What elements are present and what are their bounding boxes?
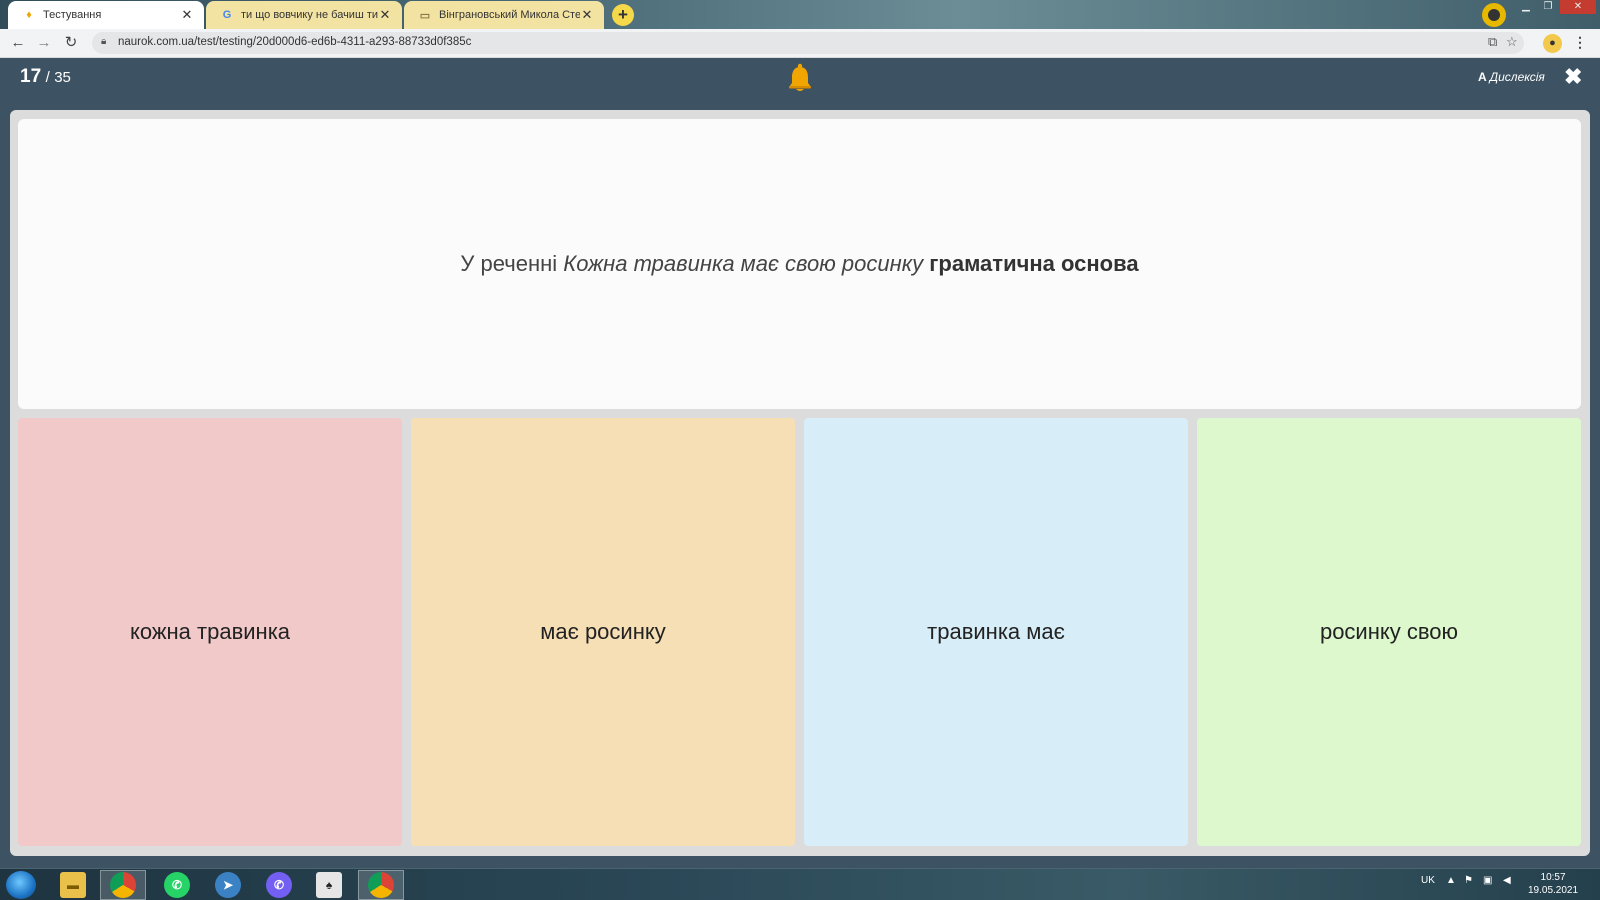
answer-option-3[interactable]: травинка має [804,418,1188,846]
counter-separator: / [45,69,50,86]
paper-plane-icon: ➤ [215,872,241,898]
taskbar-viber[interactable]: ✆ [256,870,302,900]
bookmark-star-icon[interactable]: ☆ [1506,34,1518,50]
answer-option-1[interactable]: кожна травинка [18,418,402,846]
reload-icon[interactable]: ↻ [61,33,81,53]
question-card: У реченні Кожна травинка має свою росинк… [18,119,1581,409]
account-avatar-icon[interactable]: ● [1543,34,1562,53]
url-field[interactable]: 🔒︎ naurok.com.ua/test/testing/20d000d6-e… [92,32,1524,54]
book-icon: ▭ [419,9,431,22]
language-indicator[interactable]: UK [1421,875,1435,886]
bell-icon: ♦ [26,9,32,21]
total-questions: 35 [54,69,71,86]
question-sentence: Кожна травинка має свою росинку [563,251,924,276]
close-tab-icon[interactable]: ✕ [180,7,194,23]
taskbar-chrome-2[interactable] [358,870,404,900]
question-counter: 17 / 35 [20,66,71,88]
bell-icon[interactable] [786,63,814,93]
quiz-header: 17 / 35 A Дислексія ✖ [0,58,1600,98]
close-tab-icon[interactable]: ✕ [580,7,594,23]
close-test-icon[interactable]: ✖ [1564,65,1582,89]
answer-option-4[interactable]: росинку свою [1197,418,1581,846]
taskbar-solitaire[interactable]: ♠ [306,870,352,900]
viber-icon: ✆ [266,872,292,898]
tab-title: Вінграновський Микола Степан [439,9,580,21]
folder-icon: ▬ [60,872,86,898]
volume-icon[interactable]: ◀︎ [1503,875,1511,886]
answer-label: кожна травинка [129,619,291,644]
chrome-icon [110,872,136,898]
question-suffix: граматична основа [929,251,1139,276]
taskbar-whatsapp[interactable]: ✆ [154,870,200,900]
lock-icon: 🔒︎ [101,36,107,47]
whatsapp-icon: ✆ [164,872,190,898]
back-icon[interactable]: ← [8,33,28,53]
url-text: naurok.com.ua/test/testing/20d000d6-ed6b… [118,36,472,48]
profile-badge-icon[interactable] [1482,3,1506,27]
tray-expand-icon[interactable]: ▲ [1446,875,1456,886]
tab-title: Тестування [43,9,102,21]
tab-title: ти що вовчику не бачиш ти слі [241,9,378,21]
tab-testing[interactable]: ♦ Тестування ✕ [8,1,204,29]
question-prefix: У реченні [460,251,558,276]
minimize-icon[interactable]: ▁ [1516,0,1536,14]
cards-icon: ♠ [316,872,342,898]
dyslexia-toggle[interactable]: A Дислексія [1478,70,1545,84]
new-tab-button[interactable]: + [612,4,634,26]
answer-label: має росинку [540,619,666,644]
translate-icon[interactable]: ⧉ [1488,34,1497,50]
tab-google-search[interactable]: G ти що вовчику не бачиш ти слі ✕ [206,1,402,29]
dyslexia-label: Дислексія [1489,70,1545,84]
start-button[interactable] [6,871,36,899]
answer-label: травинка має [927,619,1065,644]
close-tab-icon[interactable]: ✕ [378,7,392,23]
taskbar-messenger[interactable]: ➤ [205,870,251,900]
restore-icon[interactable]: ❐ [1538,0,1558,14]
dyslexia-icon: A [1478,70,1487,84]
browser-tab-bar: ♦ Тестування ✕ G ти що вовчику не бачиш … [0,0,1600,29]
current-question-number: 17 [20,66,42,87]
answer-option-2[interactable]: має росинку [411,418,795,846]
taskbar-file-explorer[interactable]: ▬ [50,870,96,900]
taskbar-chrome-1[interactable] [100,870,146,900]
chrome-icon [368,872,394,898]
clock-time: 10:57 [1540,872,1566,883]
system-clock[interactable]: 10:57 19.05.2021 [1528,871,1578,897]
os-taskbar: ▬ ✆ ➤ ✆ ♠ UK ▲ ⚑ ▣ ◀︎ 10:57 19.05.2021 [0,868,1600,900]
google-icon: G [222,9,232,21]
window-close-icon[interactable]: ✕ [1560,0,1596,14]
clock-date: 19.05.2021 [1528,885,1579,896]
answer-label: росинку свою [1319,619,1459,644]
flag-icon[interactable]: ⚑ [1464,875,1473,886]
question-text: У реченні Кожна травинка має свою росинк… [460,251,1138,277]
tab-vingranovsky[interactable]: ▭ Вінграновський Микола Степан ✕ [404,1,604,29]
browser-menu-icon[interactable]: ⋮ [1573,34,1587,51]
address-bar-row: ← → ↻ 🔒︎ naurok.com.ua/test/testing/20d0… [0,29,1600,58]
forward-icon[interactable]: → [34,33,54,53]
network-icon[interactable]: ▣ [1483,875,1492,886]
